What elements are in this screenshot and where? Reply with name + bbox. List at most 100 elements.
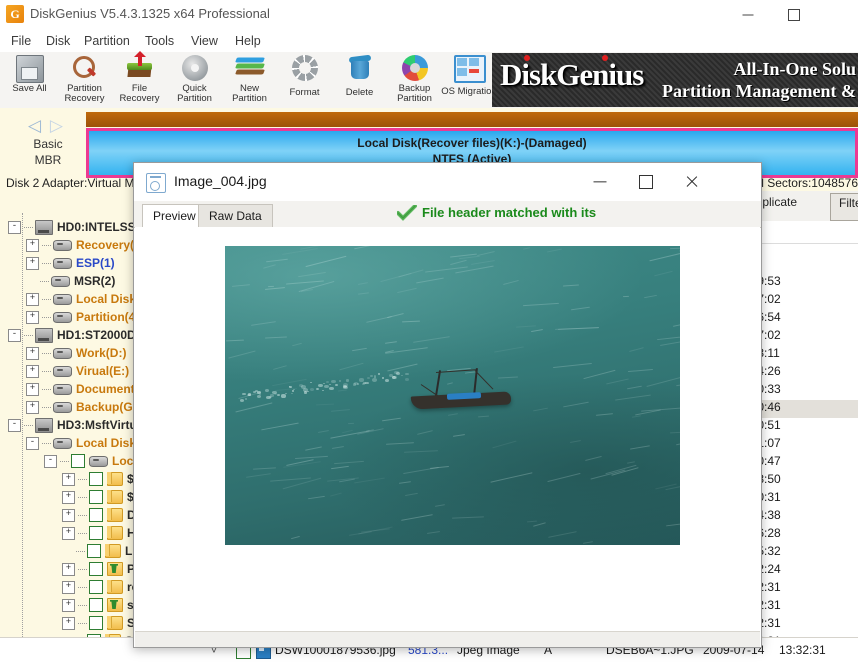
dialog-minimize-button[interactable]	[577, 163, 623, 201]
tree-node-label: Work(D:)	[76, 346, 126, 360]
new-partition-button[interactable]: New Partition	[222, 52, 277, 107]
tree-node[interactable]: -HD1:ST2000DM	[8, 326, 146, 344]
os-migration-button[interactable]: OS Migration	[440, 52, 498, 107]
expand-toggle-icon[interactable]: +	[26, 257, 39, 270]
file-preview-dialog[interactable]: Image_004.jpg Preview Raw Data File h	[133, 162, 762, 648]
expand-toggle-icon[interactable]: +	[26, 293, 39, 306]
tree-node[interactable]: +Partition(4)	[26, 308, 139, 326]
tree-node[interactable]: +si	[62, 596, 137, 614]
wake-foam	[339, 380, 342, 382]
collapse-toggle-icon[interactable]: -	[26, 437, 39, 450]
tree-node-checkbox[interactable]	[89, 580, 103, 594]
diskgenius-logo-icon: G	[6, 5, 24, 23]
file-recovery-label: File Recovery	[112, 84, 167, 104]
expand-toggle-icon[interactable]: +	[62, 563, 75, 576]
menu-tools[interactable]: Tools	[140, 33, 179, 49]
folder-icon	[107, 526, 123, 540]
expand-toggle-icon[interactable]: +	[62, 491, 75, 504]
tree-node-checkbox[interactable]	[87, 544, 101, 558]
tree-node-checkbox[interactable]	[89, 598, 103, 612]
tree-connector	[24, 227, 33, 228]
expand-toggle-icon[interactable]: +	[62, 509, 75, 522]
maximize-button[interactable]	[771, 0, 817, 30]
folder-icon	[107, 490, 123, 504]
expand-toggle-icon[interactable]: +	[26, 347, 39, 360]
wake-foam	[281, 394, 285, 397]
expand-toggle-icon[interactable]: +	[26, 239, 39, 252]
tree-node[interactable]: +Virual(E:)	[26, 362, 129, 380]
tree-node[interactable]: +So	[62, 614, 142, 632]
wake-foam	[326, 381, 329, 383]
expand-toggle-icon[interactable]: +	[26, 383, 39, 396]
expand-toggle-icon[interactable]: +	[26, 365, 39, 378]
collapse-toggle-icon[interactable]: -	[44, 455, 57, 468]
tree-node[interactable]: +D	[62, 506, 136, 524]
tree-node[interactable]: +$R	[62, 488, 142, 506]
tree-node[interactable]: -Local Disk(K	[26, 434, 149, 452]
minimize-icon	[743, 15, 754, 16]
expand-toggle-icon[interactable]: +	[62, 527, 75, 540]
tree-node[interactable]: +$E	[62, 470, 142, 488]
collapse-toggle-icon[interactable]: -	[8, 419, 21, 432]
tree-connector	[42, 317, 51, 318]
tree-node[interactable]: +Pl	[62, 560, 138, 578]
disk-nav-arrows[interactable]: ◁ ▷	[28, 116, 68, 136]
tree-connector	[42, 371, 51, 372]
green-check-icon	[397, 205, 417, 221]
prev-disk-arrow-icon[interactable]: ◁	[28, 116, 41, 135]
collapse-toggle-icon[interactable]: -	[8, 329, 21, 342]
tree-node[interactable]: - HD0:INTELSSD	[8, 218, 144, 236]
expand-toggle-icon[interactable]: +	[62, 581, 75, 594]
expand-toggle-icon[interactable]: +	[62, 473, 75, 486]
collapse-toggle-icon[interactable]: -	[8, 221, 21, 234]
promo-banner[interactable]: DiskGenius All-In-One Solu Partition Man…	[492, 53, 858, 107]
tree-node[interactable]: + ESP(1)	[26, 254, 115, 272]
minimize-button[interactable]	[725, 0, 771, 30]
tree-node[interactable]: -HD3:MsftVirtu	[8, 416, 137, 434]
tree-node-checkbox[interactable]	[89, 472, 103, 486]
preview-image[interactable]	[225, 246, 680, 545]
backup-partition-button[interactable]: Backup Partition	[387, 52, 442, 107]
tree-node[interactable]: +Recovery(0	[26, 236, 141, 254]
partition-icon	[53, 384, 72, 395]
tree-node[interactable]: +Backup(G:)	[26, 398, 141, 416]
menu-file[interactable]: File	[6, 33, 36, 49]
menu-partition[interactable]: Partition	[79, 33, 135, 49]
tree-node-label: HD0:INTELSSD	[57, 220, 144, 234]
tree-node-checkbox[interactable]	[89, 508, 103, 522]
format-button[interactable]: Format	[277, 52, 332, 107]
expand-toggle-icon[interactable]: +	[62, 617, 75, 630]
tree-node-label: ESP(1)	[76, 256, 115, 270]
menu-help[interactable]: Help	[230, 33, 266, 49]
tree-node[interactable]: +Local Disk(C	[26, 290, 149, 308]
banner-dot-icon	[602, 55, 608, 61]
tree-node[interactable]: +H	[62, 524, 136, 542]
dialog-close-button[interactable]	[669, 163, 715, 201]
expand-toggle-icon[interactable]: +	[26, 401, 39, 414]
tree-node[interactable]: +re	[62, 578, 138, 596]
expand-toggle-icon[interactable]: +	[62, 599, 75, 612]
filter-button[interactable]: Filte	[830, 193, 858, 221]
tree-node-checkbox[interactable]	[71, 454, 85, 468]
tree-node[interactable]: MSR(2)	[26, 272, 115, 290]
tree-node[interactable]: -Local	[44, 452, 143, 470]
wake-foam	[270, 394, 273, 396]
delete-button[interactable]: Delete	[332, 52, 387, 107]
file-recovery-button[interactable]: File Recovery	[112, 52, 167, 107]
tree-node-checkbox[interactable]	[89, 616, 103, 630]
tree-node[interactable]: Li	[62, 542, 136, 560]
tree-node-checkbox[interactable]	[89, 562, 103, 576]
save-all-button[interactable]: Save All	[2, 52, 57, 107]
quick-partition-button[interactable]: Quick Partition	[167, 52, 222, 107]
tree-node-checkbox[interactable]	[89, 526, 103, 540]
menu-view[interactable]: View	[186, 33, 223, 49]
partition-recovery-button[interactable]: Partition Recovery	[57, 52, 112, 107]
tree-node[interactable]: + Work(D:)	[26, 344, 126, 362]
menu-disk[interactable]: Disk	[41, 33, 75, 49]
next-disk-arrow-icon[interactable]: ▷	[50, 116, 63, 135]
tree-node-checkbox[interactable]	[89, 490, 103, 504]
title-bar: G DiskGenius V5.4.3.1325 x64 Professiona…	[0, 0, 858, 30]
expand-toggle-icon[interactable]: +	[26, 311, 39, 324]
tree-node[interactable]: +Documents	[26, 380, 141, 398]
dialog-maximize-button[interactable]	[623, 163, 669, 201]
